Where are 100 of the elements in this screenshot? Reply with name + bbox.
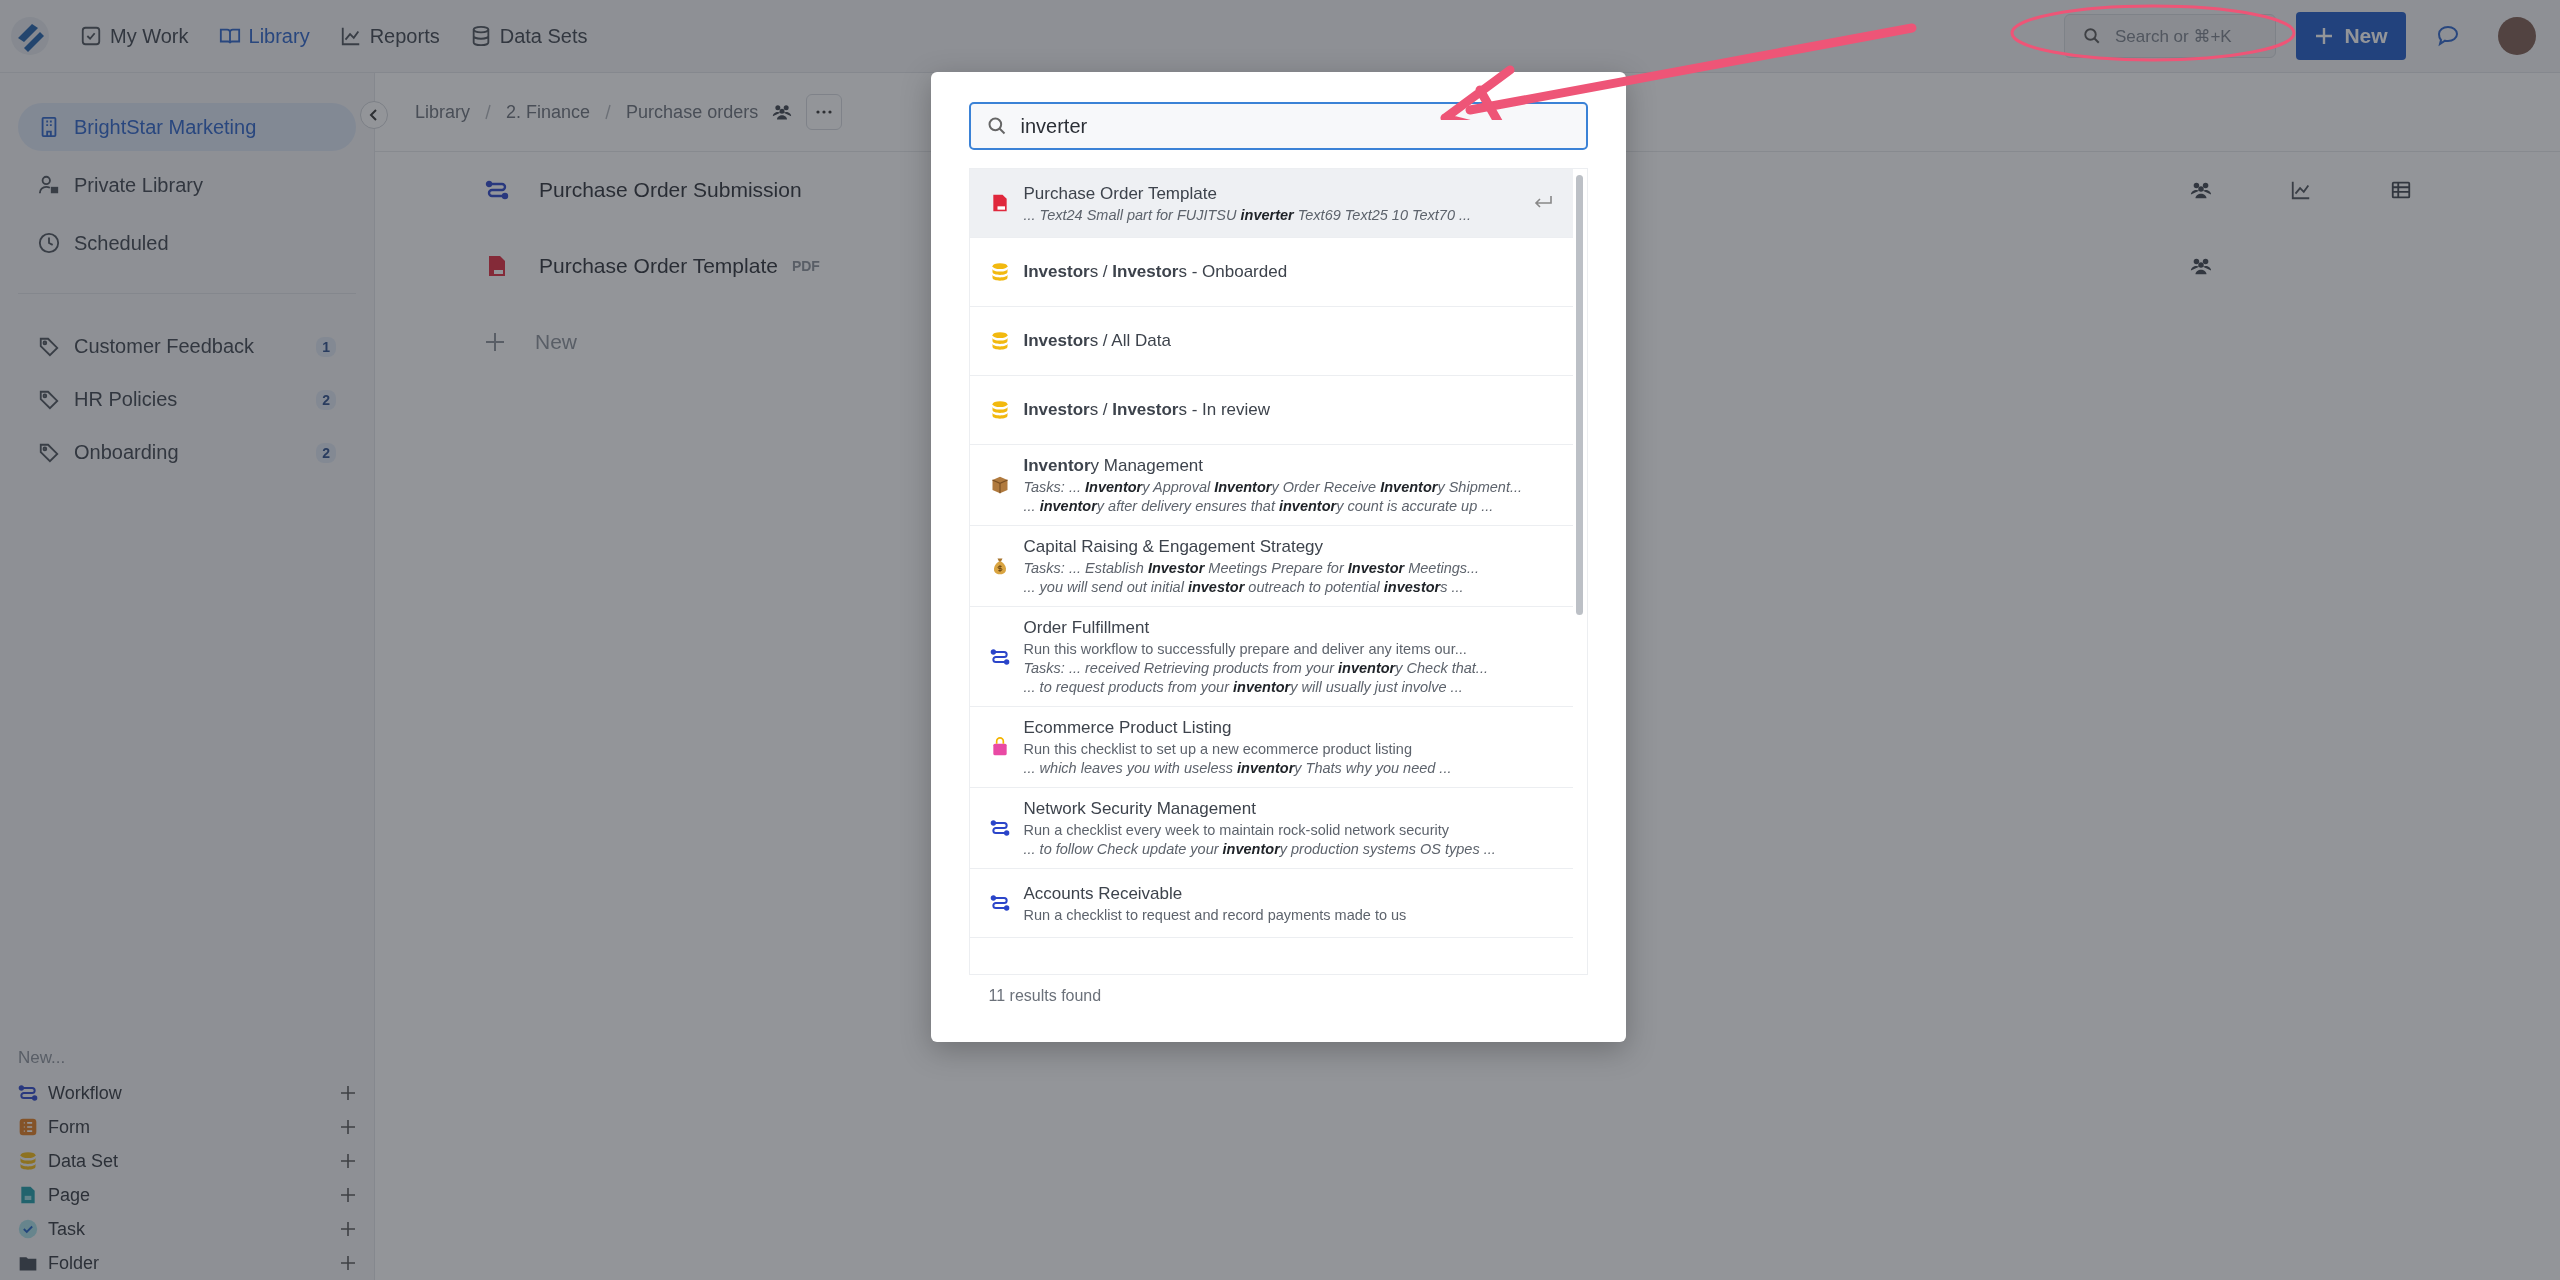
result-title: Ecommerce Product Listing <box>1023 718 1233 738</box>
nav-tab[interactable]: My Work <box>80 24 189 48</box>
result-description: Run this workflow to successfully prepare and deliver any items our... <box>1023 641 1468 657</box>
plus-icon <box>340 1187 356 1203</box>
search-icon <box>986 116 1007 136</box>
result-description: Run this checklist to set up a new ecommerce product listing <box>1023 741 1413 757</box>
chart-icon <box>2290 179 2312 201</box>
sidebar-item[interactable]: Scheduled <box>18 219 356 267</box>
create-label: Folder <box>48 1252 100 1274</box>
create-item[interactable]: Data Set <box>18 1144 356 1178</box>
tag-label: HR Policies <box>74 388 178 411</box>
item-title[interactable]: Purchase Order Submission <box>539 178 802 202</box>
count-badge: 2 <box>316 442 336 463</box>
nav-tab[interactable]: Library <box>218 24 310 48</box>
result-title: Accounts Receivable <box>1023 883 1184 904</box>
create-label: Task <box>48 1218 85 1240</box>
create-item[interactable]: Task <box>18 1212 356 1246</box>
result-title: Investors / Investors - In review <box>1023 400 1272 420</box>
sidebar-item[interactable]: BrightStar Marketing <box>18 103 356 151</box>
breadcrumb-link[interactable]: Library <box>415 101 471 123</box>
slash-separator-icon <box>604 103 613 121</box>
result-title: Inventory Management <box>1023 456 1204 476</box>
result-snippet: ... you will send out initial investor outreach to potential investors ... <box>1023 579 1465 595</box>
result-snippet: Tasks: ... Establish Investor Meetings Prepare for Investor Meetings... <box>1023 560 1481 576</box>
result-title: Investors / Investors - Onboarded <box>1023 262 1289 282</box>
create-item[interactable]: Page <box>18 1178 356 1212</box>
result-snippet: ... to follow Check update your inventory production systems OS types ... <box>1023 841 1497 857</box>
collapse-button[interactable] <box>360 101 388 129</box>
result-description: Run a checklist every week to maintain rock-solid network security <box>1023 822 1450 838</box>
plus-icon <box>340 1119 356 1135</box>
result-snippet: ... Text24 Small part for FUJITSU inverter Text69 Text25 10 Text70 ... <box>1023 206 1473 223</box>
workflow-icon <box>989 818 1010 838</box>
create-item[interactable]: Folder <box>18 1246 356 1280</box>
clock-icon <box>38 232 60 254</box>
create-item[interactable]: Form <box>18 1110 356 1144</box>
plus-icon <box>485 332 505 352</box>
workflow-icon <box>989 893 1010 913</box>
search-icon <box>2083 27 2101 45</box>
more-button[interactable] <box>806 94 843 130</box>
tag-label: Customer Feedback <box>74 335 255 358</box>
create-label: Form <box>48 1116 90 1138</box>
result-description: Run a checklist to request and record payments made to us <box>1023 906 1408 923</box>
breadcrumb-link[interactable]: Purchase orders <box>626 101 759 123</box>
create-label: Workflow <box>48 1082 122 1104</box>
result-title: Purchase Order Template <box>1023 183 1218 204</box>
package-icon <box>989 475 1010 495</box>
scrollbar-thumb[interactable] <box>1576 175 1583 615</box>
item-title[interactable]: Purchase Order Template <box>539 254 778 278</box>
result-snippet: Tasks: ... received Retrieving products from your inventory Check that... <box>1023 660 1489 676</box>
tag-item[interactable]: Customer Feedback 1 <box>18 320 356 373</box>
user-avatar[interactable] <box>2498 17 2536 55</box>
nav-tab[interactable]: Reports <box>339 24 440 48</box>
task-icon <box>18 1219 38 1239</box>
result-snippet: ... inventory after delivery ensures that inventory count is accurate up ... <box>1023 498 1495 514</box>
sidebar-item[interactable]: Private Library <box>18 161 356 209</box>
plus-icon <box>340 1153 356 1169</box>
workflow-icon <box>485 178 509 202</box>
chart-icon <box>339 25 362 47</box>
workflow-icon <box>18 1083 38 1103</box>
page-icon <box>18 1185 38 1205</box>
create-item[interactable]: Workflow <box>18 1076 356 1110</box>
app-logo[interactable] <box>10 16 50 56</box>
search-result[interactable]: Purchase Order Template ... Text24 Small part for FUJITSU inverter Text69 Text25 10 Text70 ... <box>969 169 1573 238</box>
tag-item[interactable]: HR Policies 2 <box>18 373 356 426</box>
tag-icon <box>38 441 60 464</box>
new-button[interactable]: New <box>2296 12 2406 60</box>
nav-tab[interactable]: Data Sets <box>469 24 588 48</box>
count-badge: 1 <box>316 336 336 357</box>
result-title: Investors / All Data <box>1023 331 1172 351</box>
result-snippet: ... to request products from your inventory will usually just involve ... <box>1023 679 1464 695</box>
database-icon <box>18 1151 38 1171</box>
chat-icon[interactable] <box>2436 24 2460 48</box>
form-icon <box>18 1117 38 1137</box>
tag-label: Onboarding <box>74 441 179 464</box>
count-badge: 2 <box>316 389 336 410</box>
result-title: Network Security Management <box>1023 799 1257 819</box>
table-icon <box>2390 179 2412 201</box>
search-input[interactable]: inverter <box>968 102 1588 150</box>
users-icon <box>772 102 793 122</box>
workflow-icon <box>989 646 1010 667</box>
plus-icon <box>340 1255 356 1271</box>
tag-icon <box>38 388 60 411</box>
result-snippet: Tasks: ... Inventory Approval Inventory Order Receive Inventory Shipment... <box>1023 479 1524 495</box>
result-title: Order Fulfillment <box>1023 618 1151 638</box>
chevron-left-icon <box>368 109 380 121</box>
search-field[interactable]: Search or ⌘+K <box>2064 14 2276 58</box>
plus-icon <box>340 1085 356 1101</box>
results-count: 11 results found <box>987 986 1103 1005</box>
slash-separator-icon <box>484 103 493 121</box>
tag-item[interactable]: Onboarding 2 <box>18 426 356 479</box>
plus-icon <box>2314 26 2335 46</box>
create-label: Page <box>48 1184 91 1206</box>
file-type-label: PDF <box>791 258 820 274</box>
ellipsis-icon <box>816 110 833 114</box>
plus-icon <box>340 1221 356 1237</box>
result-snippet: ... which leaves you with useless inventory Thats why you need ... <box>1023 760 1453 776</box>
create-label: Data Set <box>48 1150 119 1172</box>
user-lock-icon <box>38 174 60 196</box>
checkbox-icon <box>80 25 102 47</box>
breadcrumb-link[interactable]: 2. Finance <box>506 101 591 123</box>
